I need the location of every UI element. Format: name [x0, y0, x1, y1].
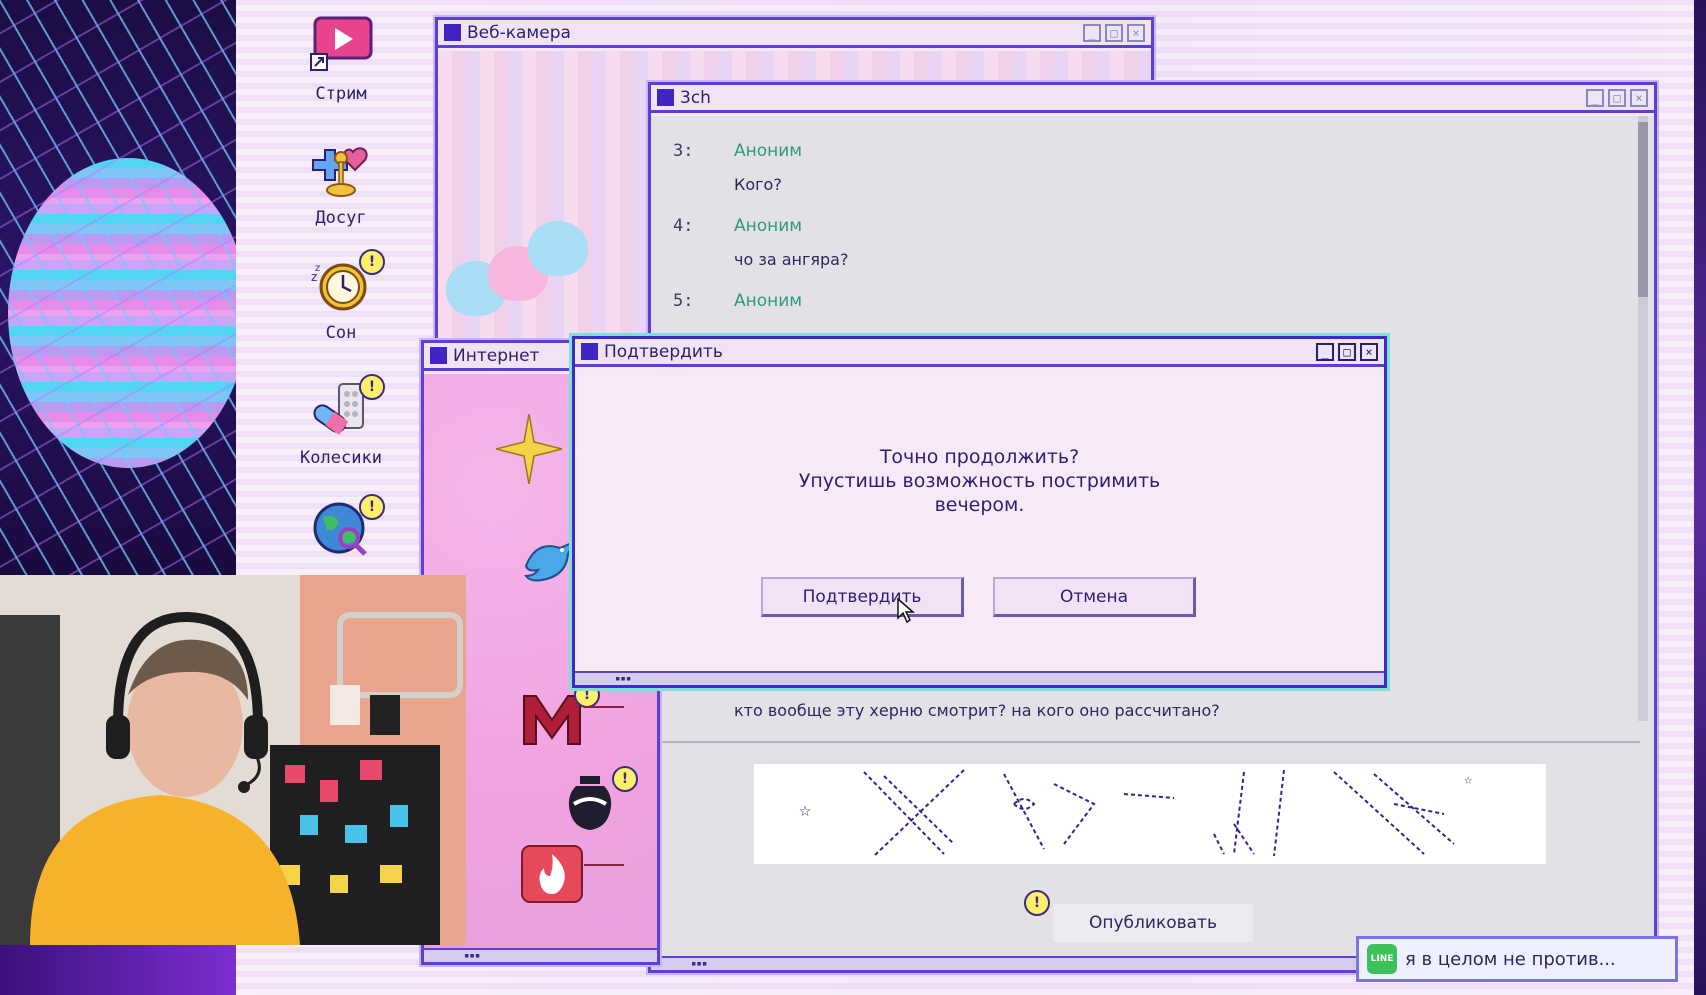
svg-text:☆: ☆ [1464, 772, 1473, 788]
window-statusbar: ▪▪▪ [575, 671, 1384, 685]
post-text: Кого? [734, 175, 782, 194]
window-title-square-icon [430, 347, 447, 364]
close-button[interactable]: × [1630, 89, 1648, 107]
notification-badge: ! [1024, 890, 1050, 916]
cancel-button[interactable]: Отмена [993, 577, 1196, 617]
sparkle-star-icon [496, 414, 562, 484]
dialog-message-line: вечером. [934, 494, 1025, 516]
desktop-icon-leisure[interactable]: Досуг [286, 138, 396, 228]
maximize-button[interactable]: □ [1608, 89, 1626, 107]
desktop-icon-pills[interactable]: ! Колесики [286, 374, 396, 468]
mouse-cursor-icon [897, 598, 915, 624]
svg-text:☆: ☆ [799, 797, 811, 821]
post-number: 4: [673, 216, 694, 236]
minimize-button[interactable]: _ [1083, 24, 1101, 42]
dialog-message: Точно продолжить? Упустишь возможность п… [575, 445, 1384, 517]
vaporwave-wallpaper [0, 0, 236, 575]
minimize-button[interactable]: _ [1316, 343, 1334, 361]
resize-grip-icon: ▪▪▪ [464, 951, 481, 961]
desktop-icon-label: Стрим [315, 84, 367, 104]
desktop-icon-stream[interactable]: Стрим [286, 14, 396, 104]
window-title-square-icon [444, 24, 461, 41]
window-title: 3ch [680, 87, 711, 108]
post-author[interactable]: Аноним [734, 216, 802, 236]
dialog-message-line: Упустишь возможность постримить [798, 470, 1161, 492]
connector-line [584, 864, 624, 866]
connector-line [584, 706, 624, 708]
dialog-body: Точно продолжить? Упустишь возможность п… [575, 370, 1384, 671]
notification-badge: ! [612, 766, 638, 792]
alarm-clock-icon: z z ! [309, 249, 385, 317]
wallpaper-bottom-strip [0, 945, 236, 995]
window-title: Подтвердить [604, 341, 723, 362]
svg-text:z: z [315, 263, 320, 274]
notification-badge: ! [359, 494, 385, 520]
post-text: чо за ангяра? [734, 250, 849, 269]
confirm-button[interactable]: Подтвердить [761, 577, 964, 617]
post-text: кто вообще эту херню смотрит? на кого он… [734, 701, 1220, 720]
window-titlebar[interactable]: 3ch _ □ × [651, 85, 1654, 113]
chat-notification-toast[interactable]: LINE я в целом не против... [1356, 936, 1678, 982]
post-number: 3: [673, 141, 694, 161]
resize-grip-icon: ▪▪▪ [615, 674, 632, 684]
confirm-dialog[interactable]: Подтвердить _ □ × Точно продолжить? Упус… [572, 336, 1387, 688]
heart-decoration [528, 221, 588, 276]
post-number: 5: [673, 291, 694, 311]
window-title: Интернет [453, 345, 540, 366]
urn-app-icon[interactable] [564, 774, 616, 832]
publish-button[interactable]: Опубликовать [1053, 904, 1253, 942]
globe-search-icon: ! [309, 494, 385, 562]
desktop-icon-globe[interactable]: ! [286, 494, 396, 568]
desktop-icon-label: Колесики [300, 448, 382, 468]
notification-text: я в целом не против... [1405, 948, 1616, 970]
divider [661, 741, 1640, 743]
window-statusbar: ▪▪▪ [424, 948, 657, 962]
pills-icon: ! [309, 374, 385, 442]
window-title-square-icon [657, 89, 674, 106]
close-button[interactable]: × [1127, 24, 1145, 42]
minimize-button[interactable]: _ [1586, 89, 1604, 107]
notification-badge: ! [359, 249, 385, 275]
window-titlebar[interactable]: Подтвердить _ □ × [575, 339, 1384, 367]
desktop-icon-sleep[interactable]: z z ! Сон [286, 249, 396, 343]
wallpaper-grid-lines-2 [0, 0, 236, 575]
desktop-icon-label: Сон [325, 323, 357, 343]
desktop-icon-label: Досуг [315, 208, 367, 228]
window-title: Веб-камера [467, 22, 571, 43]
resize-grip-icon: ▪▪▪ [691, 959, 708, 969]
joystick-heart-icon [309, 138, 373, 202]
captcha-image: ☆ ☆ [754, 764, 1546, 864]
fire-app-icon[interactable] [520, 844, 584, 904]
window-title-square-icon [581, 343, 598, 360]
scrollbar[interactable] [1638, 116, 1648, 721]
post-author[interactable]: Аноним [734, 141, 802, 161]
chat-app-icon: LINE [1367, 944, 1397, 974]
bird-app-icon[interactable] [522, 536, 578, 586]
maximize-button[interactable]: □ [1105, 24, 1123, 42]
stream-icon [309, 14, 373, 78]
scrollbar-thumb[interactable] [1638, 122, 1648, 297]
window-titlebar[interactable]: Веб-камера _ □ × [438, 20, 1151, 48]
maximize-button[interactable]: □ [1338, 343, 1356, 361]
close-button[interactable]: × [1360, 343, 1378, 361]
post-author[interactable]: Аноним [734, 291, 802, 311]
notification-badge: ! [359, 374, 385, 400]
streamer-webcam-overlay [0, 575, 466, 945]
dialog-message-line: Точно продолжить? [879, 446, 1080, 468]
wallpaper-right-strip [1694, 0, 1706, 995]
